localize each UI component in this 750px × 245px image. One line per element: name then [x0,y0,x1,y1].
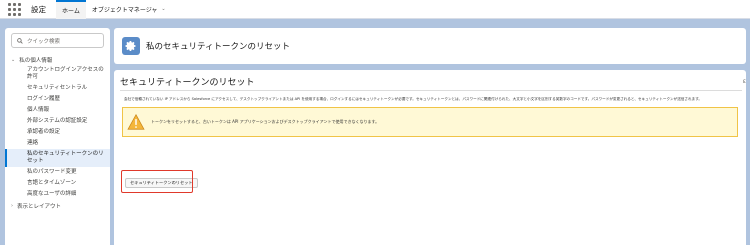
sidebar-item-advanced-user-details[interactable]: 高度なユーザの詳細 [5,189,110,200]
page-header: 私のセキュリティトークンのリセット [114,28,746,64]
sidebar-item-label: 個人情報 [27,107,50,113]
warning-message: トークンをリセットすると、古いトークンは API アプリケーションおよびデスクト… [122,107,738,137]
app-launcher-icon[interactable] [8,2,22,16]
tab-object-manager[interactable]: オブジェクトマネージャ ⌄ [86,0,172,19]
sidebar-item-label: 連絡 [27,140,39,146]
gear-icon-graphic [125,41,136,51]
sidebar-item-label: ログイン履歴 [27,96,61,102]
gear-icon [122,37,140,55]
sidebar-item-language-timezone[interactable]: 言語とタイムゾーン [5,178,110,189]
global-header: 設定 ホーム オブジェクトマネージャ ⌄ [0,0,750,19]
edge-mark: ε [742,78,746,85]
sidebar-item-label: セキュリティセントラル [27,85,88,91]
nav-group-display-layout[interactable]: › 表示とレイアウト [5,200,110,211]
sidebar-item-login-access[interactable]: アカウントログインアクセスの許可 [5,65,110,83]
description-text: 会社で信頼されていない IP アドレスから Salesforce にアクセスして… [124,97,703,101]
sidebar-item-label: 私のセキュリティトークンのリセット [27,151,104,164]
sidebar-item-login-history[interactable]: ログイン履歴 [5,94,110,105]
nav-group-personal[interactable]: ⌄ 私の個人情報 [5,54,110,65]
sidebar-item-change-password[interactable]: 私のパスワード変更 [5,167,110,178]
sidebar-item-label: 言語とタイムゾーン [27,180,77,186]
page-title: 私のセキュリティトークンのリセット [146,42,290,52]
nav-group-label: 私の個人情報 [19,57,53,64]
sidebar-item-personal-info[interactable]: 個人情報 [5,105,110,116]
reset-security-token-button[interactable]: セキュリティトークンのリセット [125,178,198,188]
sidebar-item-approver-settings[interactable]: 承認者の設定 [5,127,110,138]
setup-sidebar: クイック検索 ⌄ 私の個人情報 アカウントログインアクセスの許可 セキュリティセ… [5,28,110,245]
warning-text: トークンをリセットすると、古いトークンは API アプリケーションおよびデスクト… [151,119,380,124]
main-area: 私のセキュリティトークンのリセット セキュリティトークンのリセット ε 会社で信… [114,28,746,245]
app-name: 設定 [31,4,46,14]
quick-find-input[interactable]: クイック検索 [11,33,104,48]
chevron-right-icon: › [11,202,13,209]
search-icon [17,37,23,44]
sidebar-item-label: 私のパスワード変更 [27,169,77,175]
sidebar-item-label: 高度なユーザの詳細 [27,191,77,197]
sidebar-item-label: 外部システムの認証設定 [27,118,88,124]
chevron-down-icon: ⌄ [11,56,16,63]
content-panel: セキュリティトークンのリセット ε 会社で信頼されていない IP アドレスから … [114,70,746,245]
sidebar-item-security-central[interactable]: セキュリティセントラル [5,83,110,94]
warning-icon [127,114,145,130]
tab-home-label: ホーム [62,7,80,15]
sidebar-item-label: 承認者の設定 [27,129,61,135]
search-placeholder: クイック検索 [27,38,61,45]
sidebar-item-reset-security-token[interactable]: 私のセキュリティトークンのリセット [5,149,110,167]
sidebar-item-contact[interactable]: 連絡 [5,138,110,149]
section-title: セキュリティトークンのリセット [120,78,255,88]
sidebar-item-auth-settings[interactable]: 外部システムの認証設定 [5,116,110,127]
divider [120,90,742,91]
nav-group-label: 表示とレイアウト [17,203,62,210]
tab-home[interactable]: ホーム [56,0,86,19]
sidebar-item-label: アカウントログインアクセスの許可 [27,67,104,80]
chevron-down-icon[interactable]: ⌄ [161,6,165,12]
tab-object-manager-label: オブジェクトマネージャ [91,6,158,14]
